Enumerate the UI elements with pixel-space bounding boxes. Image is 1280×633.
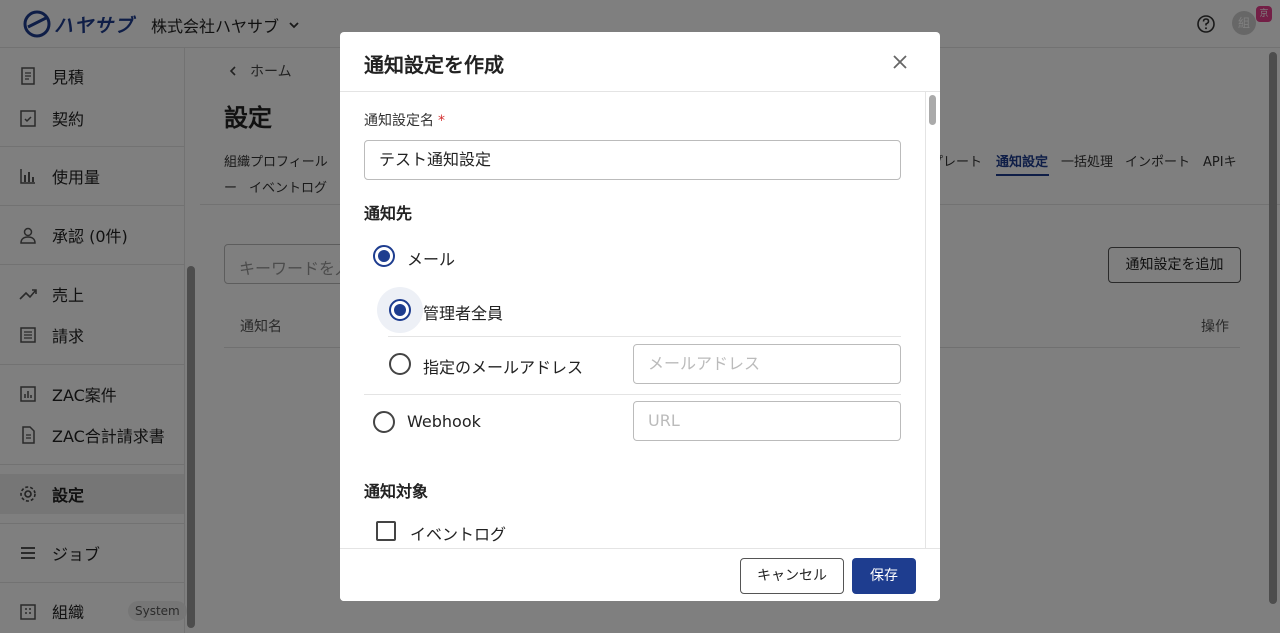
event-log-checkbox[interactable] xyxy=(376,521,396,541)
dialog-body: 通知設定名 * テスト通知設定 通知先 メール 管理者全員 指定のメールアドレス … xyxy=(340,92,940,548)
cancel-button[interactable]: キャンセル xyxy=(740,558,844,594)
email-address-input[interactable]: メールアドレス xyxy=(633,344,901,384)
dialog-header: 通知設定を作成 xyxy=(340,32,940,92)
destination-section-title: 通知先 xyxy=(364,204,413,223)
specified-email-radio[interactable] xyxy=(389,353,411,375)
event-log-label: イベントログ xyxy=(410,525,507,544)
name-field-label: 通知設定名 * xyxy=(364,110,445,130)
dialog-scrollbar[interactable] xyxy=(929,95,936,125)
option-divider xyxy=(364,394,901,395)
dialog-title: 通知設定を作成 xyxy=(364,53,504,77)
all-admins-radio[interactable] xyxy=(389,299,411,321)
webhook-label: Webhook xyxy=(407,412,481,431)
name-label-text: 通知設定名 xyxy=(364,113,434,129)
webhook-radio[interactable] xyxy=(373,411,395,433)
target-section-title: 通知対象 xyxy=(364,482,429,501)
specified-email-label: 指定のメールアドレス xyxy=(423,358,584,377)
save-button[interactable]: 保存 xyxy=(852,558,916,594)
required-mark: * xyxy=(438,113,445,129)
create-notification-dialog: 通知設定を作成 通知設定名 * テスト通知設定 通知先 メール 管理者全員 指定の… xyxy=(340,32,940,601)
close-icon[interactable] xyxy=(891,53,909,71)
mail-label: メール xyxy=(407,250,456,269)
dialog-footer: キャンセル 保存 xyxy=(340,548,940,601)
webhook-url-input[interactable]: URL xyxy=(633,401,901,441)
notification-name-input[interactable]: テスト通知設定 xyxy=(364,140,901,180)
mail-radio[interactable] xyxy=(373,245,395,267)
all-admins-label: 管理者全員 xyxy=(423,304,504,323)
option-divider xyxy=(388,336,901,337)
dialog-scrollbar-track xyxy=(925,92,940,548)
